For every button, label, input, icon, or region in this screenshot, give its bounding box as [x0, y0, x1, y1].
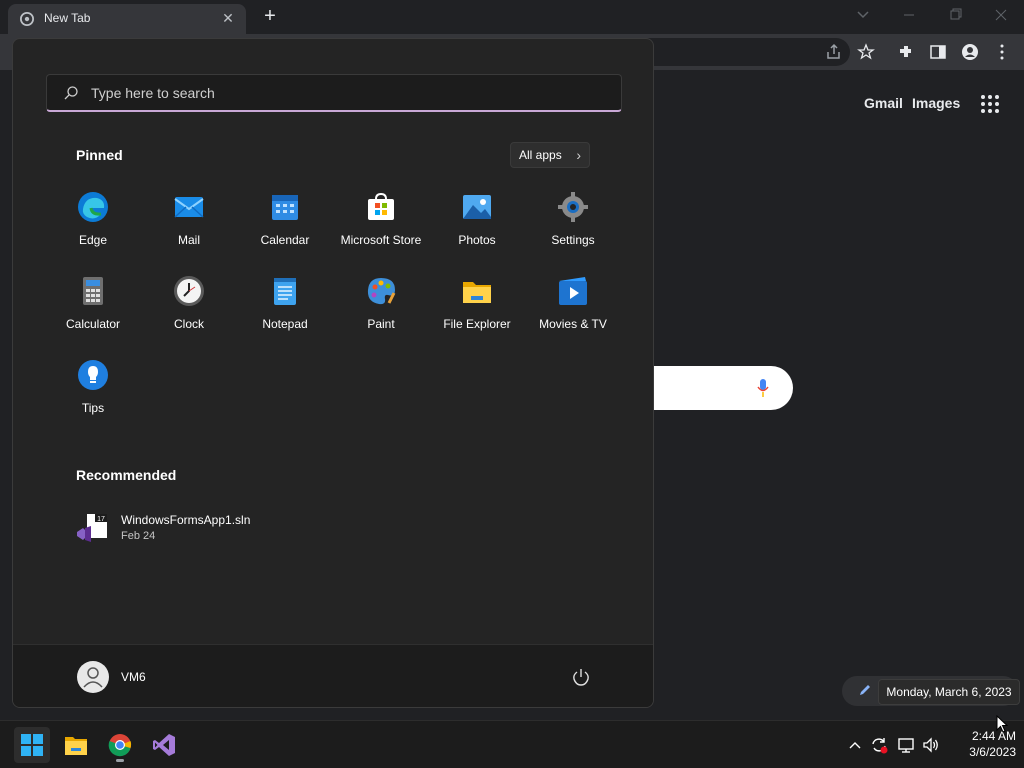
sync-icon[interactable] — [869, 735, 889, 755]
start-footer: VM6 — [13, 644, 653, 707]
all-apps-button[interactable]: All apps › — [510, 142, 590, 168]
pinned-app-mail[interactable]: Mail — [141, 187, 237, 263]
tab-strip: New Tab ✕ + — [0, 0, 1024, 34]
chevron-up-icon[interactable] — [845, 735, 865, 755]
bookmark-star-icon[interactable] — [856, 42, 876, 62]
share-icon[interactable] — [824, 42, 844, 62]
app-label: Calculator — [65, 317, 121, 331]
gmail-link[interactable]: Gmail — [864, 95, 903, 111]
chevron-right-icon: › — [576, 147, 581, 163]
taskbar-file-explorer[interactable] — [58, 727, 94, 763]
microphone-icon[interactable] — [756, 378, 770, 398]
windows-start-icon — [21, 734, 43, 756]
file-version-badge: 17 — [97, 516, 105, 523]
taskbar: 2:44 AM 3/6/2023 — [0, 720, 1024, 768]
images-link[interactable]: Images — [912, 95, 960, 111]
pinned-app-edge[interactable]: Edge — [45, 187, 141, 263]
chrome-icon — [108, 734, 132, 757]
paint-icon — [367, 278, 396, 305]
tab-new-tab[interactable]: New Tab ✕ — [8, 4, 246, 34]
app-label: Edge — [78, 233, 108, 247]
app-label: Calendar — [260, 233, 310, 247]
running-indicator — [116, 759, 124, 762]
pinned-app-tips[interactable]: Tips — [45, 355, 141, 431]
movies-icon — [559, 277, 587, 305]
app-label: Notepad — [262, 317, 308, 331]
minimize-icon[interactable] — [897, 6, 921, 24]
more-menu-icon[interactable] — [992, 42, 1012, 62]
side-panel-icon[interactable] — [928, 42, 948, 62]
app-label: Photos — [458, 233, 496, 247]
pinned-app-notepad[interactable]: Notepad — [237, 271, 333, 347]
pinned-app-file-explorer[interactable]: File Explorer — [429, 271, 525, 347]
clock-icon — [174, 276, 204, 306]
app-label: Tips — [81, 401, 105, 415]
volume-icon[interactable] — [921, 735, 941, 755]
pinned-app-settings[interactable]: Settings — [525, 187, 621, 263]
pinned-app-calculator[interactable]: Calculator — [45, 271, 141, 347]
all-apps-label: All apps — [519, 148, 562, 162]
user-icon — [83, 667, 103, 688]
search-icon — [64, 86, 78, 100]
search-input[interactable] — [89, 75, 589, 111]
pinned-app-movies-tv[interactable]: Movies & TV — [525, 271, 621, 347]
mouse-cursor-icon — [996, 715, 1008, 733]
start-menu: Pinned All apps › Edge Mail Calendar Mic… — [12, 38, 654, 708]
start-search-box[interactable] — [46, 74, 622, 112]
pinned-app-calendar[interactable]: Calendar — [237, 187, 333, 263]
visual-studio-icon — [153, 734, 175, 756]
recommended-file-name: WindowsFormsApp1.sln — [121, 513, 251, 527]
google-apps-icon[interactable] — [980, 94, 1000, 114]
power-icon[interactable] — [571, 667, 591, 687]
app-label: Mail — [177, 233, 200, 247]
close-window-icon[interactable] — [989, 6, 1013, 24]
visual-studio-solution-icon: 17 — [77, 514, 107, 542]
pinned-heading: Pinned — [76, 147, 123, 163]
folder-icon — [463, 282, 491, 303]
extensions-icon[interactable] — [896, 42, 916, 62]
date-tooltip: Monday, March 6, 2023 — [878, 679, 1020, 705]
avatar[interactable] — [77, 661, 109, 693]
edge-icon — [78, 192, 108, 222]
app-label: File Explorer — [443, 317, 511, 331]
settings-icon — [558, 192, 588, 222]
app-label: Microsoft Store — [340, 233, 422, 247]
chrome-favicon-icon — [20, 12, 34, 26]
pinned-app-microsoft-store[interactable]: Microsoft Store — [333, 187, 429, 263]
store-icon — [368, 192, 394, 220]
pinned-app-clock[interactable]: Clock — [141, 271, 237, 347]
app-label: Clock — [173, 317, 204, 331]
recommended-item[interactable]: 17 WindowsFormsApp1.sln Feb 24 — [75, 509, 295, 549]
recommended-file-date: Feb 24 — [121, 530, 156, 542]
start-button[interactable] — [14, 727, 50, 763]
new-tab-button[interactable]: + — [260, 6, 280, 26]
tab-close-icon[interactable]: ✕ — [218, 8, 238, 28]
network-icon[interactable] — [896, 735, 916, 755]
restore-icon[interactable] — [943, 6, 967, 24]
profile-icon[interactable] — [960, 42, 980, 62]
calendar-icon — [272, 195, 298, 220]
pinned-app-paint[interactable]: Paint — [333, 271, 429, 347]
recommended-heading: Recommended — [76, 467, 177, 483]
pinned-app-photos[interactable]: Photos — [429, 187, 525, 263]
app-label: Settings — [551, 233, 595, 247]
pencil-icon — [860, 685, 870, 695]
taskbar-chrome[interactable] — [102, 727, 138, 763]
user-name[interactable]: VM6 — [121, 670, 146, 684]
mail-icon — [174, 197, 204, 218]
tab-search-chevron-icon[interactable] — [851, 6, 875, 24]
taskbar-visual-studio[interactable] — [146, 727, 182, 763]
photos-icon — [463, 195, 491, 219]
tips-icon — [78, 360, 108, 390]
clock-date: 3/6/2023 — [969, 745, 1016, 759]
calculator-icon — [83, 277, 103, 305]
tab-title: New Tab — [44, 11, 91, 25]
app-label: Paint — [367, 317, 395, 331]
app-label: Movies & TV — [539, 317, 607, 331]
file-explorer-icon — [65, 737, 87, 755]
notepad-icon — [274, 278, 296, 305]
